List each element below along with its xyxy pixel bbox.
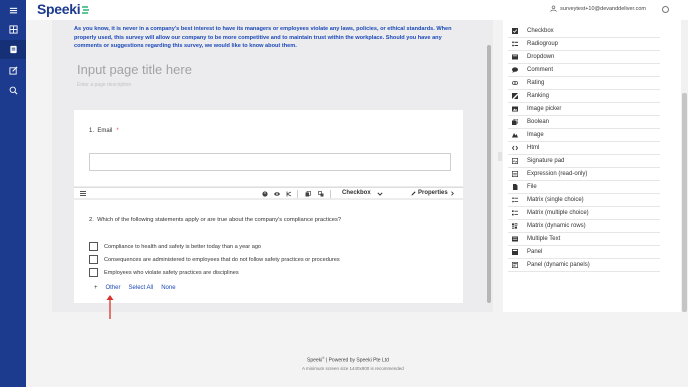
boolean-icon — [511, 119, 518, 126]
logo-mark-icon — [82, 6, 90, 14]
panel-icon — [511, 249, 518, 256]
toolbox-item-rating[interactable]: Rating — [508, 77, 660, 90]
toolbox-item-html[interactable]: Html — [508, 142, 660, 155]
visibility-icon[interactable] — [274, 191, 280, 197]
dropdown-icon — [511, 54, 518, 61]
email-field[interactable] — [89, 153, 451, 171]
chevron-down-icon[interactable] — [377, 191, 383, 197]
copy-link-icon[interactable] — [318, 191, 324, 197]
toolbox-item-matrix-single[interactable]: Matrix (single choice) — [508, 194, 660, 207]
choice-options-row: + Other Select All None — [94, 285, 176, 291]
speeki-logo[interactable]: Speeki — [37, 1, 90, 17]
toolbox-item-radiogroup[interactable]: Radiogroup — [508, 38, 660, 51]
copy-icon[interactable] — [305, 191, 311, 197]
toolbox-item-boolean[interactable]: Boolean — [508, 116, 660, 129]
checkbox-option[interactable]: Compliance to health and safety is bette… — [89, 242, 261, 251]
toolbox-item-ranking[interactable]: Ranking — [508, 90, 660, 103]
checkbox[interactable] — [89, 242, 98, 251]
image-icon — [511, 132, 518, 139]
survey-canvas: As you know, it is never in a company's … — [52, 20, 493, 312]
svg-text:*: * — [264, 192, 266, 197]
add-none-link[interactable]: None — [161, 285, 175, 291]
signature-icon — [511, 158, 518, 165]
toolbox-item-matrix-multiple[interactable]: Matrix (multiple choice) — [508, 207, 660, 220]
grid-icon[interactable] — [0, 20, 26, 39]
toolbox-item-file[interactable]: File — [508, 181, 660, 194]
user-icon — [550, 5, 557, 12]
add-select-all-link[interactable]: Select All — [129, 285, 154, 291]
checkbox[interactable] — [89, 255, 98, 264]
toolbox-item-panel[interactable]: Panel — [508, 246, 660, 259]
survey-intro-text: As you know, it is never in a company's … — [74, 26, 452, 49]
checkbox[interactable] — [89, 268, 98, 277]
question-toolbox: Checkbox Radiogroup Dropdown Comment Rat… — [503, 20, 681, 312]
menu-icon[interactable] — [0, 1, 26, 20]
canvas-scrollbar[interactable] — [487, 45, 491, 303]
image-picker-icon — [511, 106, 518, 113]
panel-dynamic-icon — [511, 262, 518, 269]
toolbox-item-panel-dynamic[interactable]: Panel (dynamic panels) — [508, 259, 660, 272]
user-email: surveytest+10@devanddeliver.com — [560, 5, 646, 12]
checkbox-icon — [511, 28, 518, 35]
html-icon — [511, 145, 518, 152]
question-type-dropdown[interactable]: Checkbox — [342, 190, 371, 196]
page-description-input[interactable]: Enter a page description — [77, 82, 131, 88]
required-toggle-icon[interactable]: * — [262, 191, 268, 197]
comment-icon — [511, 67, 518, 74]
matrix-single-icon — [511, 197, 518, 204]
required-mark: * — [116, 128, 119, 134]
left-sidebar — [0, 0, 26, 387]
matrix-multiple-icon — [511, 210, 518, 217]
question-card-email[interactable]: 1. Email * — [74, 110, 463, 186]
file-icon — [511, 184, 518, 191]
chevron-right-icon — [450, 190, 454, 196]
checkbox-option[interactable]: Employees who violate safety practices a… — [89, 268, 239, 277]
annotation-arrow — [106, 295, 114, 319]
matrix-dynamic-icon — [511, 223, 518, 230]
toolbox-item-expression[interactable]: Expression (read-only) — [508, 168, 660, 181]
question-card-compliance[interactable]: 2. Which of the following statements app… — [74, 200, 463, 303]
pencil-icon — [411, 190, 416, 196]
search-icon[interactable] — [0, 81, 26, 100]
toolbox-item-image-picker[interactable]: Image picker — [508, 103, 660, 116]
toolbox-item-comment[interactable]: Comment — [508, 64, 660, 77]
multiple-text-icon — [511, 236, 518, 243]
expression-icon — [511, 171, 518, 178]
footer-brand: Speeki® | Powered by Speeki Pte Ltd — [307, 356, 389, 364]
add-other-link[interactable]: Other — [106, 285, 121, 291]
rating-icon — [511, 80, 518, 87]
question-title: 1. Email * — [89, 128, 119, 134]
edit-icon[interactable] — [0, 61, 26, 80]
toolbox-item-signature-pad[interactable]: Signature pad — [508, 155, 660, 168]
top-header: Speeki surveytest+10@devanddeliver.com — [26, 0, 688, 20]
properties-button[interactable]: Properties — [411, 190, 455, 196]
add-choice-icon[interactable]: + — [94, 285, 98, 291]
ranking-icon — [511, 93, 518, 100]
power-icon[interactable] — [662, 6, 669, 13]
toolbox-item-multiple-text[interactable]: Multiple Text — [508, 233, 660, 246]
radiogroup-icon — [511, 41, 518, 48]
survey-icon[interactable] — [0, 40, 26, 59]
toolbox-item-matrix-dynamic[interactable]: Matrix (dynamic rows) — [508, 220, 660, 233]
page-scrollbar[interactable] — [682, 93, 687, 312]
user-account[interactable]: surveytest+10@devanddeliver.com — [550, 5, 646, 12]
logic-icon[interactable] — [286, 191, 292, 197]
drag-handle-icon[interactable] — [80, 191, 86, 196]
checkbox-option[interactable]: Consequences are administered to employe… — [89, 255, 340, 264]
question-title: 2. Which of the following statements app… — [89, 217, 342, 223]
question-toolbar: * Checkbox Properties — [74, 187, 463, 199]
footer-note: A minimum screen size 1440x900 is recomm… — [302, 366, 404, 371]
toolbox-item-checkbox[interactable]: Checkbox — [508, 25, 660, 38]
page-title-input[interactable]: Input page title here — [77, 62, 192, 77]
toolbox-item-image[interactable]: Image — [508, 129, 660, 142]
toolbox-item-dropdown[interactable]: Dropdown — [508, 51, 660, 64]
